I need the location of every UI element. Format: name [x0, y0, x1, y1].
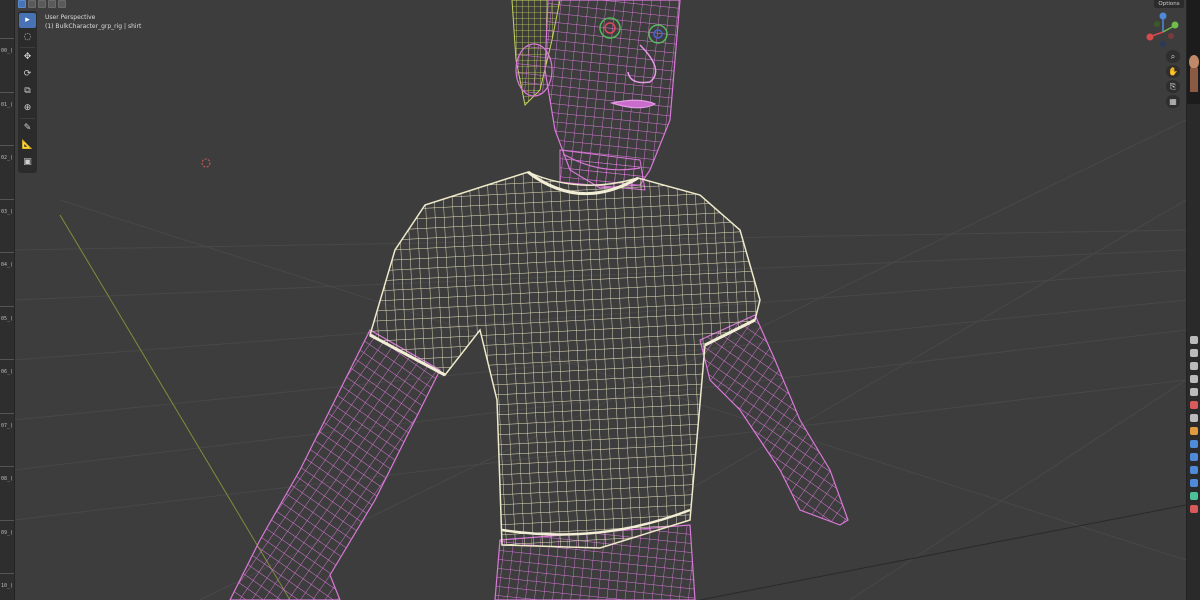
3d-cursor-icon[interactable] — [201, 158, 211, 168]
object-tab-icon[interactable] — [1190, 427, 1198, 435]
collection-tab-icon[interactable] — [1190, 414, 1198, 422]
timeline-label[interactable]: 01_( — [1, 102, 13, 108]
constraints-tab-icon[interactable] — [1190, 479, 1198, 487]
options-dropdown[interactable]: Options — [1154, 0, 1184, 8]
particles-tab-icon[interactable] — [1190, 453, 1198, 461]
physics-tab-icon[interactable] — [1190, 466, 1198, 474]
timeline-tick — [0, 198, 14, 200]
timeline-tick — [0, 466, 14, 467]
select-subtract-icon[interactable] — [38, 0, 46, 8]
timeline-tick — [0, 38, 14, 39]
select-intersect-icon[interactable] — [58, 0, 66, 8]
select-box-tool[interactable]: ▸ — [19, 13, 36, 28]
shirt-mesh[interactable] — [369, 170, 761, 549]
move-tool[interactable]: ✥ — [19, 50, 36, 65]
right-arm-mesh[interactable] — [699, 314, 849, 526]
timeline-tick — [0, 359, 14, 360]
3d-viewport[interactable] — [14, 0, 1186, 600]
transform-tool[interactable]: ⊕ — [19, 101, 36, 116]
scene-tab-icon[interactable] — [1190, 388, 1198, 396]
options-label: Options — [1158, 1, 1180, 7]
tool-tab-icon[interactable] — [1190, 336, 1198, 344]
world-tab-icon[interactable] — [1190, 401, 1198, 409]
left-arm-mesh[interactable] — [229, 329, 441, 600]
timeline-tick — [0, 412, 14, 414]
selection-mode-bar — [18, 0, 66, 8]
render-tab-icon[interactable] — [1190, 349, 1198, 357]
view-layer-tab-icon[interactable] — [1190, 375, 1198, 383]
select-invert-icon[interactable] — [48, 0, 56, 8]
material-tab-icon[interactable] — [1190, 505, 1198, 513]
wireframe-scene[interactable] — [14, 0, 1186, 600]
camera-view-icon[interactable]: ⎘ — [1166, 80, 1180, 93]
timeline-label[interactable]: 07_( — [1, 423, 13, 429]
timeline-label[interactable]: 02_( — [1, 155, 13, 161]
timeline-label[interactable]: 08_( — [1, 476, 13, 482]
add-cube-tool[interactable]: ▣ — [19, 155, 36, 170]
timeline-tick — [0, 91, 14, 93]
timeline-tick — [0, 573, 14, 574]
timeline-label[interactable]: 05_( — [1, 316, 13, 322]
view-title: User Perspective — [45, 14, 96, 21]
viewport-info: User Perspective (1) BulkCharacter_grp_r… — [45, 13, 141, 31]
timeline-label[interactable]: 04_( — [1, 262, 13, 268]
zoom-icon[interactable]: ⌕ — [1166, 50, 1180, 63]
timeline-label[interactable]: 06_( — [1, 369, 13, 375]
timeline-label[interactable]: 00_( — [1, 48, 13, 54]
timeline-label[interactable]: 03_( — [1, 209, 13, 215]
timeline-tick — [0, 519, 14, 521]
tool-shelf: ▸ ◌ ✥ ⟳ ⧉ ⊕ ✎ 📐 ▣ — [18, 11, 37, 173]
timeline-tick — [0, 252, 14, 253]
timeline-strip[interactable]: 00_( 01_( 02_( 03_( 04_( 05_( 06_( 07_( 08_( 09_(… — [0, 0, 15, 600]
timeline-label[interactable]: 10_( — [1, 583, 13, 589]
rotate-tool[interactable]: ⟳ — [19, 67, 36, 82]
properties-tab-strip — [1186, 104, 1200, 600]
select-new-icon[interactable] — [18, 0, 26, 8]
perspective-grid-icon[interactable]: ▦ — [1166, 95, 1180, 108]
y-axis-line — [59, 214, 291, 600]
output-tab-icon[interactable] — [1190, 362, 1198, 370]
timeline-tick — [0, 305, 14, 307]
timeline-tick — [0, 145, 14, 146]
view-navigation-strip: ⌕ ✋ ⎘ ▦ — [1166, 50, 1182, 108]
character-thumbnail — [1186, 0, 1200, 104]
tool-separator — [20, 118, 35, 119]
timeline-label[interactable]: 09_( — [1, 530, 13, 536]
modifier-tab-icon[interactable] — [1190, 440, 1198, 448]
view-subtitle: (1) BulkCharacter_grp_rig | shirt — [45, 23, 142, 30]
tool-separator — [20, 47, 35, 48]
measure-tool[interactable]: 📐 — [19, 138, 36, 153]
x-axis-line — [699, 504, 1186, 600]
annotate-tool[interactable]: ✎ — [19, 121, 36, 136]
cursor-tool[interactable]: ◌ — [19, 30, 36, 45]
pan-hand-icon[interactable]: ✋ — [1166, 65, 1180, 78]
scale-tool[interactable]: ⧉ — [19, 84, 36, 99]
select-extend-icon[interactable] — [28, 0, 36, 8]
data-tab-icon[interactable] — [1190, 492, 1198, 500]
navigation-gizmo[interactable] — [1140, 10, 1186, 48]
